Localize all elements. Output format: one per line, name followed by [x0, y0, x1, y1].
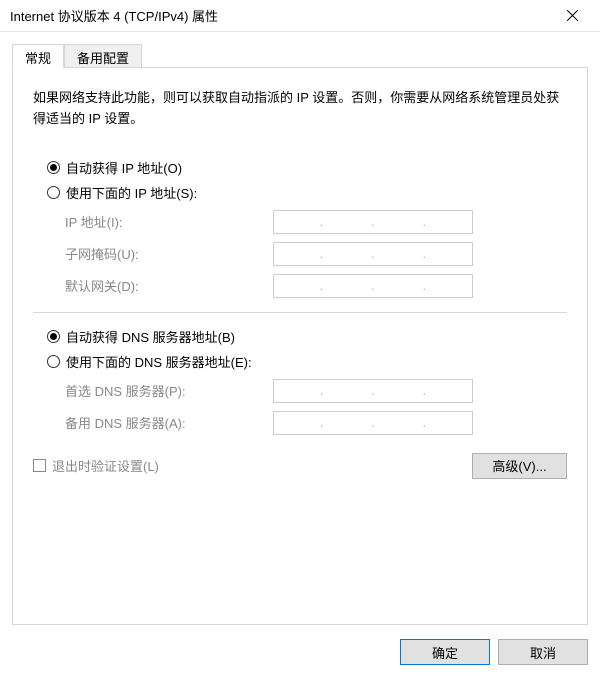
tab-strip: 常规 备用配置: [12, 44, 588, 68]
alternate-dns-input[interactable]: ...: [273, 411, 473, 435]
ok-button[interactable]: 确定: [400, 639, 490, 665]
radio-icon: [47, 330, 60, 343]
radio-label: 使用下面的 DNS 服务器地址(E):: [66, 352, 252, 371]
radio-ip-manual[interactable]: 使用下面的 IP 地址(S):: [47, 183, 567, 202]
close-button[interactable]: [552, 0, 592, 31]
panel-bottom-row: 退出时验证设置(L) 高级(V)...: [33, 453, 567, 479]
field-label: 备用 DNS 服务器(A):: [65, 413, 265, 432]
field-label: 首选 DNS 服务器(P):: [65, 381, 265, 400]
field-label: 默认网关(D):: [65, 276, 265, 295]
checkbox-icon: [33, 459, 46, 472]
window-title: Internet 协议版本 4 (TCP/IPv4) 属性: [10, 6, 218, 25]
tab-general[interactable]: 常规: [12, 44, 64, 68]
radio-label: 自动获得 DNS 服务器地址(B): [66, 327, 235, 346]
default-gateway-input[interactable]: ...: [273, 274, 473, 298]
radio-label: 使用下面的 IP 地址(S):: [66, 183, 197, 202]
radio-ip-auto[interactable]: 自动获得 IP 地址(O): [47, 158, 567, 177]
radio-dns-auto[interactable]: 自动获得 DNS 服务器地址(B): [47, 327, 567, 346]
tab-alternate[interactable]: 备用配置: [64, 44, 142, 68]
field-subnet-mask: 子网掩码(U): ...: [65, 242, 567, 266]
ip-address-input[interactable]: ...: [273, 210, 473, 234]
subnet-mask-input[interactable]: ...: [273, 242, 473, 266]
divider: [33, 312, 567, 313]
radio-dns-manual[interactable]: 使用下面的 DNS 服务器地址(E):: [47, 352, 567, 371]
ip-group: 自动获得 IP 地址(O) 使用下面的 IP 地址(S): IP 地址(I): …: [47, 158, 567, 298]
cancel-button[interactable]: 取消: [498, 639, 588, 665]
radio-label: 自动获得 IP 地址(O): [66, 158, 182, 177]
radio-icon: [47, 355, 60, 368]
checkbox-label: 退出时验证设置(L): [52, 456, 159, 475]
dns-group: 自动获得 DNS 服务器地址(B) 使用下面的 DNS 服务器地址(E): 首选…: [47, 327, 567, 435]
field-label: 子网掩码(U):: [65, 244, 265, 263]
preferred-dns-input[interactable]: ...: [273, 379, 473, 403]
close-icon: [567, 10, 578, 21]
dialog-footer: 确定 取消: [0, 625, 600, 665]
field-label: IP 地址(I):: [65, 212, 265, 231]
tab-panel-general: 如果网络支持此功能，则可以获取自动指派的 IP 设置。否则，你需要从网络系统管理…: [12, 67, 588, 625]
validate-on-exit-checkbox[interactable]: 退出时验证设置(L): [33, 456, 159, 475]
description-text: 如果网络支持此功能，则可以获取自动指派的 IP 设置。否则，你需要从网络系统管理…: [33, 88, 567, 130]
field-default-gateway: 默认网关(D): ...: [65, 274, 567, 298]
field-ip-address: IP 地址(I): ...: [65, 210, 567, 234]
radio-icon: [47, 161, 60, 174]
titlebar: Internet 协议版本 4 (TCP/IPv4) 属性: [0, 0, 600, 32]
field-dns-alternate: 备用 DNS 服务器(A): ...: [65, 411, 567, 435]
radio-icon: [47, 186, 60, 199]
advanced-button[interactable]: 高级(V)...: [472, 453, 567, 479]
content-area: 常规 备用配置 如果网络支持此功能，则可以获取自动指派的 IP 设置。否则，你需…: [0, 32, 600, 625]
field-dns-preferred: 首选 DNS 服务器(P): ...: [65, 379, 567, 403]
